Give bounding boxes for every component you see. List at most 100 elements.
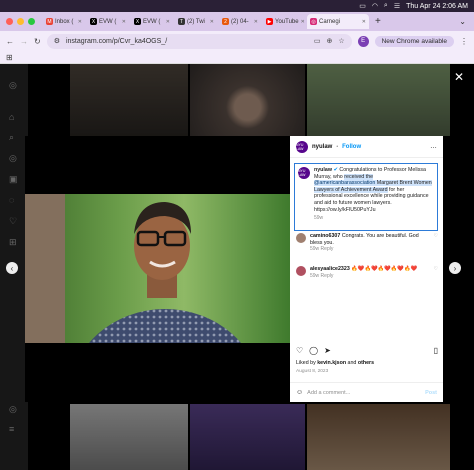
tab-close-icon[interactable]: ✕ bbox=[210, 19, 214, 25]
post-actions: ♡ ◯ ➤ ▯ bbox=[296, 346, 438, 355]
comment-like-icon[interactable]: ♡ bbox=[434, 233, 438, 252]
add-comment-input[interactable]: Add a comment... bbox=[307, 390, 350, 396]
comment-text: camino6307 Congrats. You are beautiful. … bbox=[310, 233, 430, 246]
follow-button[interactable]: Follow bbox=[342, 144, 361, 150]
tab-favicon-icon: ▶ bbox=[266, 18, 273, 25]
macos-menu-bar: ▭ ◠ ⌕ ☰ Thu Apr 24 2:06 AM bbox=[0, 0, 474, 12]
post-caption: NYU LAW nyulaw ✔ Congratulations to Prof… bbox=[294, 163, 438, 231]
minimize-window-button[interactable] bbox=[17, 18, 24, 25]
cast-icon[interactable]: ▭ bbox=[314, 37, 321, 45]
tab-strip: M Inbox (✕ X EVW (✕ X EVW (✕ T (2) Twi ✕ 2 (2) 04-… bbox=[0, 12, 474, 31]
tab-close-icon[interactable]: ✕ bbox=[362, 19, 366, 25]
menu-icon[interactable]: ⋮ bbox=[460, 37, 468, 46]
zoom-window-button[interactable] bbox=[28, 18, 35, 25]
comment-meta[interactable]: 59w Reply bbox=[310, 273, 417, 279]
forward-icon[interactable]: → bbox=[20, 37, 28, 46]
apps-grid-icon[interactable]: ⊞ bbox=[6, 53, 13, 62]
account-avatar[interactable]: NYU LAW bbox=[296, 140, 308, 153]
verified-badge-icon: ✔ bbox=[333, 167, 338, 173]
chevron-left-icon[interactable]: ‹ bbox=[6, 262, 18, 274]
browser-tab[interactable]: 2 (2) 04- ✕ bbox=[219, 14, 261, 29]
browser-tab[interactable]: X EVW (✕ bbox=[87, 14, 129, 29]
browser-tab[interactable]: ◎ Carnegi ✕ bbox=[307, 14, 369, 29]
tab-title: (2) 04- bbox=[231, 18, 249, 25]
caption-mention-link[interactable]: @americanbarassociation bbox=[314, 180, 376, 187]
comment-item: camino6307 Congrats. You are beautiful. … bbox=[296, 233, 438, 252]
new-tab-button[interactable]: + bbox=[375, 16, 381, 27]
liked-by-prefix: Liked by bbox=[296, 360, 318, 366]
comment-body: 🔥❤️🔥❤️🔥❤️🔥❤️🔥❤️ bbox=[351, 266, 418, 272]
comment-like-icon[interactable]: ♡ bbox=[434, 266, 438, 279]
post-side-panel: NYU LAW nyulaw • Follow … NYU LAW nyulaw… bbox=[290, 136, 443, 402]
tab-title: (2) Twi bbox=[187, 18, 205, 25]
close-window-button[interactable] bbox=[6, 18, 13, 25]
comment-item: alesyaalice2323 🔥❤️🔥❤️🔥❤️🔥❤️🔥❤️ 59w Reply… bbox=[296, 266, 438, 279]
tabs: M Inbox (✕ X EVW (✕ X EVW (✕ T (2) Twi ✕ 2 (2) 04-… bbox=[43, 14, 371, 29]
tab-title: EVW ( bbox=[99, 18, 117, 25]
comment-icon[interactable]: ◯ bbox=[309, 346, 318, 355]
caption-username[interactable]: nyulaw bbox=[314, 167, 332, 173]
tab-close-icon[interactable]: ✕ bbox=[166, 19, 170, 25]
commenter-avatar[interactable] bbox=[296, 233, 306, 243]
tab-close-icon[interactable]: ✕ bbox=[254, 19, 258, 25]
emoji-icon[interactable]: ☺ bbox=[296, 389, 303, 396]
bookmark-icon[interactable]: ▯ bbox=[434, 346, 438, 355]
profile-avatar[interactable]: E bbox=[357, 35, 369, 47]
zoom-icon[interactable]: ⊕ bbox=[326, 37, 332, 45]
back-icon[interactable]: ← bbox=[6, 37, 14, 46]
caption-part: received the bbox=[344, 173, 374, 180]
control-center-icon[interactable]: ☰ bbox=[394, 2, 400, 10]
commenter-username[interactable]: camino6307 bbox=[310, 233, 340, 239]
close-icon[interactable]: ✕ bbox=[454, 70, 464, 84]
site-info-icon[interactable]: ⚙ bbox=[54, 37, 60, 45]
search-icon[interactable]: ⌕ bbox=[384, 2, 388, 10]
browser-tab[interactable]: ▶ YouTube ✕ bbox=[263, 14, 305, 29]
liked-by: Liked by kevin.kjson and others bbox=[296, 360, 374, 366]
tab-favicon-icon: M bbox=[46, 18, 53, 25]
address-bar[interactable]: ⚙ instagram.com/p/Cvr_ka4OGS_/ ▭ ⊕ ☆ bbox=[46, 33, 352, 49]
post-header: NYU LAW nyulaw • Follow … bbox=[290, 136, 443, 158]
menu-bar-clock[interactable]: Thu Apr 24 2:06 AM bbox=[406, 3, 468, 10]
heart-icon[interactable]: ♡ bbox=[296, 346, 303, 355]
star-icon[interactable]: ☆ bbox=[338, 37, 344, 45]
post-comment-button[interactable]: Post bbox=[425, 390, 437, 396]
commenter-avatar[interactable] bbox=[296, 266, 306, 276]
tab-favicon-icon: X bbox=[134, 18, 141, 25]
caption-avatar[interactable]: NYU LAW bbox=[298, 167, 310, 179]
tab-title: Inbox ( bbox=[55, 18, 74, 25]
tab-close-icon[interactable]: ✕ bbox=[122, 19, 126, 25]
browser-tab[interactable]: M Inbox ( ✕ bbox=[43, 14, 85, 29]
separator-dot: • bbox=[336, 143, 339, 150]
liked-by-others[interactable]: others bbox=[358, 360, 374, 366]
new-chrome-button[interactable]: New Chrome available bbox=[374, 35, 454, 47]
tab-title: Carnegi bbox=[319, 18, 341, 25]
browser-tab[interactable]: T (2) Twi ✕ bbox=[175, 14, 217, 29]
comment-meta[interactable]: 59w Reply bbox=[310, 246, 430, 252]
post-media bbox=[25, 136, 290, 402]
add-comment-bar: ☺ Add a comment... Post bbox=[290, 382, 443, 402]
account-username[interactable]: nyulaw bbox=[312, 144, 332, 150]
portrait-illustration bbox=[25, 194, 241, 343]
browser-toolbar: ← → ↻ ⚙ instagram.com/p/Cvr_ka4OGS_/ ▭ ⊕… bbox=[0, 31, 474, 51]
liked-by-and: and bbox=[346, 360, 358, 366]
tab-close-icon[interactable]: ✕ bbox=[301, 19, 305, 25]
comment-text: alesyaalice2323 🔥❤️🔥❤️🔥❤️🔥❤️🔥❤️ bbox=[310, 266, 417, 273]
url-text[interactable]: instagram.com/p/Cvr_ka4OGS_/ bbox=[66, 38, 167, 45]
more-options-icon[interactable]: … bbox=[430, 143, 437, 150]
tab-close-icon[interactable]: ✕ bbox=[78, 19, 82, 25]
post-modal: NYU LAW nyulaw • Follow … NYU LAW nyulaw… bbox=[25, 136, 443, 402]
battery-icon[interactable]: ▭ bbox=[359, 2, 366, 10]
tab-search-icon[interactable]: ⌄ bbox=[459, 17, 466, 26]
instagram-page: ◎ ⌂ ⌕ ◎ ▣ ◌ ♡ ⊞ ◎ ≡ ✕ ‹ › NYU LAW nyulaw… bbox=[0, 64, 474, 470]
chevron-right-icon[interactable]: › bbox=[449, 262, 461, 274]
tab-title: EVW ( bbox=[143, 18, 161, 25]
liked-by-user[interactable]: kevin.kjson bbox=[317, 360, 346, 366]
post-photo bbox=[25, 194, 290, 343]
commenter-username[interactable]: alesyaalice2323 bbox=[310, 266, 350, 272]
tab-favicon-icon: T bbox=[178, 18, 185, 25]
wifi-icon[interactable]: ◠ bbox=[372, 2, 378, 10]
post-date: August 8, 2023 bbox=[296, 369, 329, 374]
share-icon[interactable]: ➤ bbox=[324, 346, 331, 355]
reload-icon[interactable]: ↻ bbox=[34, 37, 41, 46]
browser-tab[interactable]: X EVW ( ✕ bbox=[131, 14, 173, 29]
